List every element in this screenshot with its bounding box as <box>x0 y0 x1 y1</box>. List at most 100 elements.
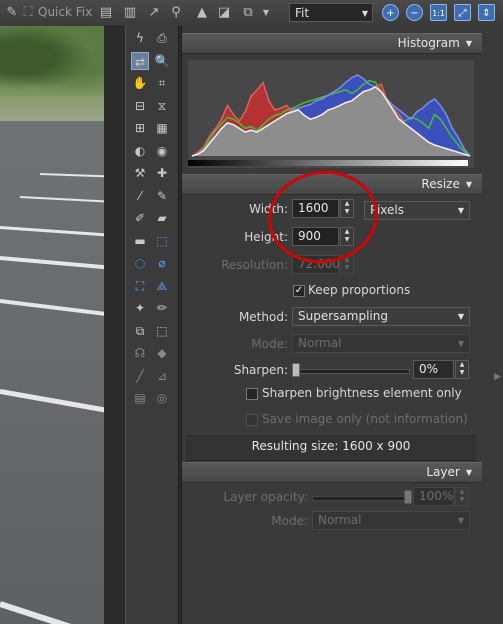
color-picker-icon[interactable]: ✏ <box>153 299 171 317</box>
transform-icon[interactable]: ⊞ <box>131 119 149 137</box>
chevron-down-icon: ▼ <box>465 468 472 477</box>
resize-title: Resize <box>421 177 460 191</box>
photo-trees <box>0 26 104 96</box>
color-balance-icon[interactable]: ⚲ <box>168 5 184 21</box>
effects-icon[interactable]: ⧉ <box>240 5 256 21</box>
quick-fix-label[interactable]: Quick Fix <box>38 5 92 19</box>
chevron-down-icon[interactable]: ▼ <box>258 5 274 21</box>
rect-select-icon[interactable]: ⬚ <box>153 232 171 250</box>
heal-icon[interactable]: ✚ <box>153 164 171 182</box>
texture-icon[interactable]: ▤ <box>131 389 149 407</box>
histogram-header[interactable]: Histogram ▼ <box>182 33 482 54</box>
sharpen-slider-track[interactable] <box>292 369 410 374</box>
grid-icon[interactable]: ▦ <box>153 119 171 137</box>
eraser-icon[interactable]: ▰ <box>153 209 171 227</box>
wand-icon[interactable]: ⁄ <box>131 187 149 205</box>
sharpen-slider-thumb[interactable] <box>292 363 300 377</box>
line-icon[interactable]: ╱ <box>131 367 149 385</box>
fill-icon[interactable]: ▬ <box>131 232 149 250</box>
sharpen-brightness-checkbox[interactable] <box>246 388 258 400</box>
magic-wand-icon[interactable]: ✦ <box>131 299 149 317</box>
right-panel: Histogram ▼ Resize ▼ Width: 1600 ▲ ▼ Pixels… <box>181 26 503 624</box>
curves-icon[interactable]: ↗ <box>146 5 162 21</box>
print-icon[interactable]: ⎙ <box>153 29 171 47</box>
zoom-out-button[interactable]: − <box>406 4 423 21</box>
zoom-select[interactable]: Fit ▼ <box>289 3 373 22</box>
fit-height-button[interactable]: ⇕ <box>478 4 495 21</box>
histogram-chart <box>188 60 474 168</box>
stamp-icon[interactable]: ⚒ <box>131 164 149 182</box>
mode-value: Normal <box>298 336 342 350</box>
method-label: Method: <box>238 310 288 324</box>
histogram-title: Histogram <box>397 36 460 50</box>
crop-icon[interactable]: ⌗ <box>153 74 171 92</box>
method-select[interactable]: Supersampling ▼ <box>292 307 470 326</box>
parking-line <box>0 389 104 414</box>
red-eye-icon[interactable]: ◐ <box>131 142 149 160</box>
levels-icon[interactable]: ▥ <box>122 5 138 21</box>
keep-proportions-label[interactable]: Keep proportions <box>308 283 410 297</box>
select-icon[interactable]: ⇄ <box>131 51 149 70</box>
straighten-icon[interactable]: ⊟ <box>131 97 149 115</box>
layer-header[interactable]: Layer ▼ <box>182 462 482 483</box>
lightning-icon[interactable]: ϟ <box>131 29 149 47</box>
layer-opacity-slider-thumb[interactable] <box>404 490 412 504</box>
layer-mode-value: Normal <box>318 513 362 527</box>
layer-opacity-input[interactable]: 100% <box>413 487 454 506</box>
save-image-only-label[interactable]: Save image only (not information) <box>262 412 468 426</box>
pencil-icon[interactable]: ✐ <box>131 209 149 227</box>
image-list-icon[interactable]: ▤ <box>98 5 114 21</box>
units-select[interactable]: Pixels ▼ <box>364 201 470 220</box>
brush-icon[interactable]: ✎ <box>153 187 171 205</box>
hand-icon[interactable]: ✋ <box>131 74 149 92</box>
chevron-down-icon: ▼ <box>465 39 472 48</box>
save-image-only-checkbox[interactable] <box>246 414 258 426</box>
shapes-icon[interactable]: ◆ <box>153 344 171 362</box>
tools-palette: ϟ ⎙ ⇄ 🔍 ✋ ⌗ ⊟ ⧖ ⊞ ▦ ◐ ◉ ⚒ ✚ ⁄ ✎ ✐ ▰ ▬ ⬚ ◌ ⌀ ⛶ ⟁ ✦ ✏ ⧉ ⬚ ☊ ◆ ╱ ⊿ ▤ ◎ <box>125 26 179 624</box>
magic-select-icon[interactable]: ⛶ <box>131 277 149 295</box>
eye-icon[interactable]: ◉ <box>153 142 171 160</box>
actual-size-button[interactable]: 1:1 <box>430 4 447 21</box>
photo-asphalt <box>0 121 104 624</box>
parking-line <box>19 196 104 203</box>
parking-line <box>0 601 104 624</box>
edit-image-icon[interactable]: ◪ <box>216 5 232 21</box>
chevron-down-icon: ▼ <box>361 9 368 18</box>
layer-opacity-label: Layer opacity: <box>223 490 309 504</box>
top-toolbar: ✎ ⛶ Quick Fix ▤ ▥ ↗ ⚲ ▲ ◪ ⧉ ▼ Fit ▼ + − … <box>0 0 503 27</box>
parking-line <box>0 256 104 270</box>
parking-line <box>39 173 104 178</box>
layer-opacity-stepper[interactable]: ▲ ▼ <box>455 487 469 506</box>
quick-fix-icon[interactable]: ⛶ <box>20 5 36 21</box>
spiral-icon[interactable]: ◎ <box>153 389 171 407</box>
shape-icon[interactable]: ☊ <box>131 344 149 362</box>
layer-mode-select[interactable]: Normal ▼ <box>312 511 470 530</box>
pin-icon[interactable]: ✎ <box>4 5 20 21</box>
ellipse-select-icon[interactable]: ◌ <box>131 254 149 272</box>
mode-label: Mode: <box>251 337 288 351</box>
layer-opacity-slider-track[interactable] <box>312 496 410 501</box>
sharpen-brightness-label[interactable]: Sharpen brightness element only <box>262 386 462 400</box>
collapse-arrow-icon[interactable]: ▶ <box>494 372 503 386</box>
keep-proportions-checkbox[interactable]: ✓ <box>293 285 305 297</box>
zoom-in-button[interactable]: + <box>382 4 399 21</box>
marquee-icon[interactable]: ⬚ <box>153 322 171 340</box>
poly-select-icon[interactable]: ⟁ <box>153 277 171 295</box>
clone-layer-icon[interactable]: ⧉ <box>131 322 149 340</box>
lasso-icon[interactable]: ⌀ <box>153 254 171 272</box>
sharpen-input[interactable]: 0% <box>413 360 454 379</box>
zoom-select-value: Fit <box>295 6 310 20</box>
fit-window-button[interactable]: ⤢ <box>454 4 471 21</box>
chevron-down-icon: ▼ <box>457 206 464 215</box>
mode-select[interactable]: Normal ▼ <box>292 334 470 353</box>
sharpen-stepper[interactable]: ▲ ▼ <box>455 360 469 379</box>
sharpen-icon[interactable]: ▲ <box>194 5 210 21</box>
photo-grass <box>0 96 104 121</box>
photo-canvas[interactable] <box>0 26 104 624</box>
chevron-down-icon: ▼ <box>457 339 464 348</box>
zoom-icon[interactable]: 🔍 <box>153 52 171 70</box>
perspective-icon[interactable]: ⧖ <box>153 97 171 115</box>
method-value: Supersampling <box>298 309 388 323</box>
gradient-icon[interactable]: ⊿ <box>153 367 171 385</box>
layer-mode-label: Mode: <box>271 514 308 528</box>
